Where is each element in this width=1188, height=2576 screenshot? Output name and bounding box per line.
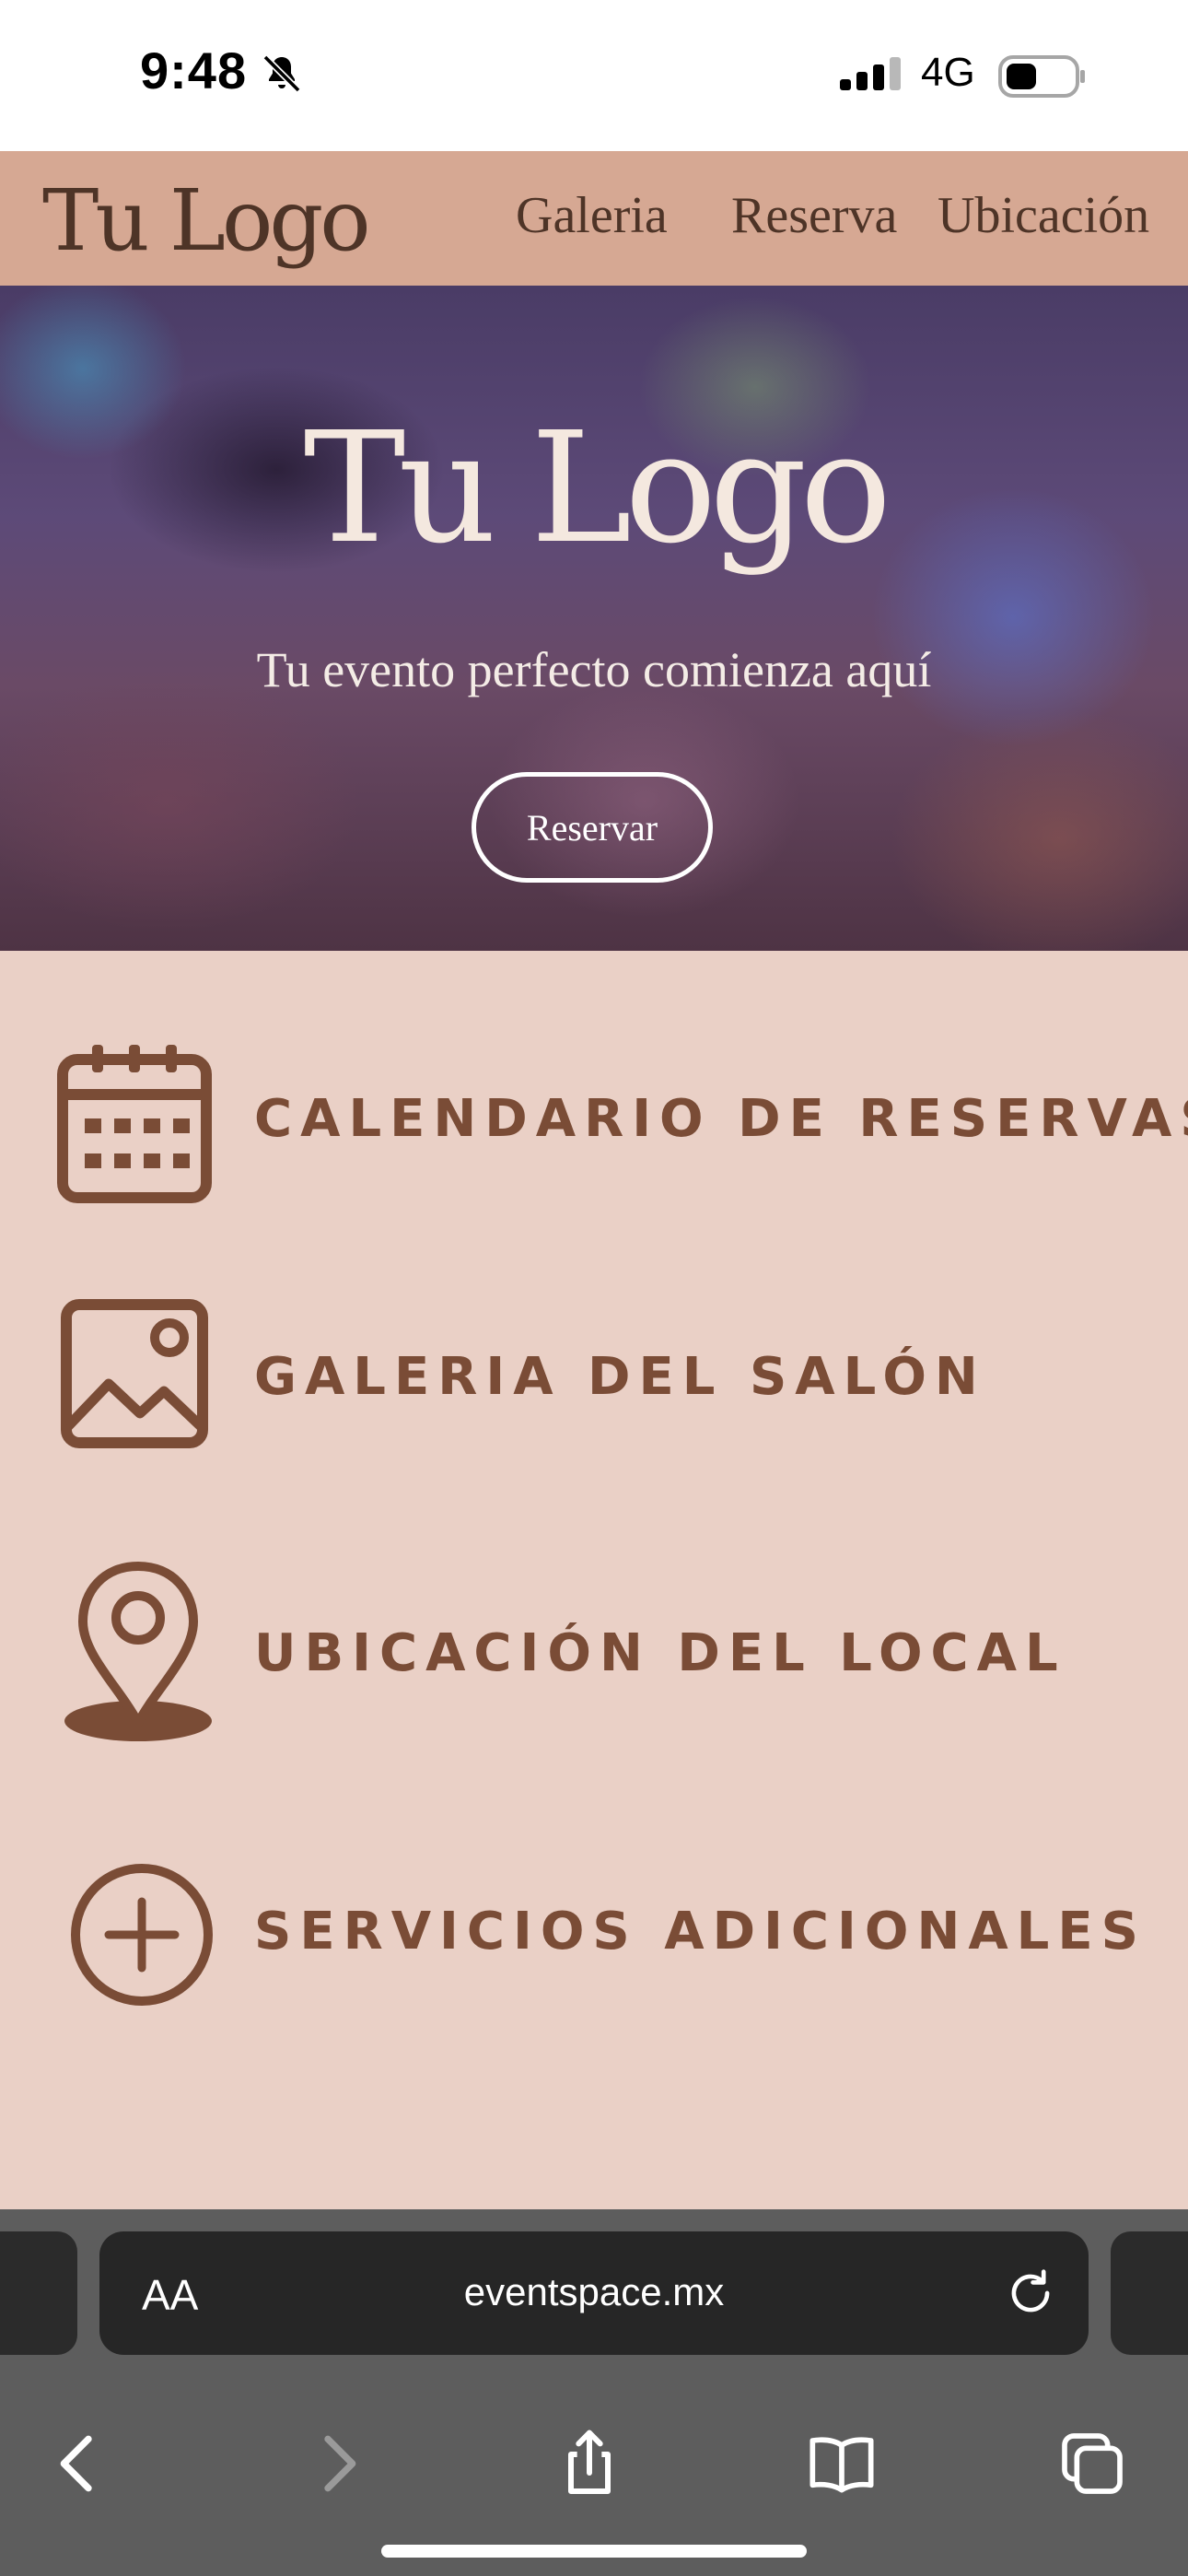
- share-icon[interactable]: [553, 2427, 626, 2500]
- network-type: 4G: [921, 50, 975, 95]
- reservar-button[interactable]: Reservar: [472, 772, 713, 883]
- address-bar[interactable]: AA eventspace.mx: [99, 2231, 1089, 2355]
- previous-tab-preview[interactable]: [0, 2231, 77, 2355]
- feature-galeria[interactable]: GALERIA DEL SALÓN: [0, 1290, 1188, 1474]
- bookmarks-icon[interactable]: [805, 2427, 879, 2500]
- feature-calendario[interactable]: CALENDARIO DE RESERVAS: [0, 1023, 1188, 1207]
- forward-icon[interactable]: [300, 2427, 374, 2500]
- feature-servicios[interactable]: SERVICIOS ADICIONALES: [0, 1850, 1188, 2034]
- hero-tagline: Tu evento perfecto comienza aquí: [256, 642, 932, 697]
- browser-toolbar: AA eventspace.mx: [0, 2209, 1188, 2576]
- location-pin-icon: [64, 1562, 212, 1741]
- reload-icon[interactable]: [1002, 2265, 1059, 2322]
- plus-circle-icon: [71, 1864, 213, 2006]
- status-time: 9:48: [140, 41, 248, 100]
- nav-link-reserva[interactable]: Reserva: [731, 186, 897, 245]
- calendar-icon: [57, 1045, 212, 1203]
- next-tab-preview[interactable]: [1111, 2231, 1188, 2355]
- feature-ubicacion[interactable]: UBICACIÓN DEL LOCAL: [0, 1557, 1188, 1741]
- nav-link-ubicacion[interactable]: Ubicación: [938, 186, 1149, 245]
- header-logo[interactable]: Tu Logo: [42, 171, 371, 270]
- hero-logo: Tu Logo: [303, 400, 892, 578]
- tabs-icon[interactable]: [1055, 2427, 1129, 2500]
- nav-link-galeria[interactable]: Galeria: [516, 186, 668, 245]
- battery-icon: [998, 55, 1085, 98]
- status-bar: 9:48 4G: [0, 0, 1188, 151]
- site-header: Tu Logo Galeria Reserva Ubicación: [0, 151, 1188, 286]
- signal-icon: [840, 57, 901, 90]
- feature-label-servicios: SERVICIOS ADICIONALES: [254, 1902, 1147, 1961]
- feature-label-ubicacion: UBICACIÓN DEL LOCAL: [254, 1623, 1066, 1683]
- hero-banner: Tu Logo Tu evento perfecto comienza aquí…: [0, 286, 1188, 951]
- url-text[interactable]: eventspace.mx: [99, 2270, 1089, 2314]
- back-icon[interactable]: [42, 2427, 116, 2500]
- feature-label-calendario: CALENDARIO DE RESERVAS: [254, 1089, 1188, 1149]
- image-icon: [61, 1299, 208, 1448]
- feature-label-galeria: GALERIA DEL SALÓN: [254, 1347, 986, 1407]
- home-indicator[interactable]: [381, 2545, 807, 2558]
- bell-slash-icon: [262, 54, 301, 93]
